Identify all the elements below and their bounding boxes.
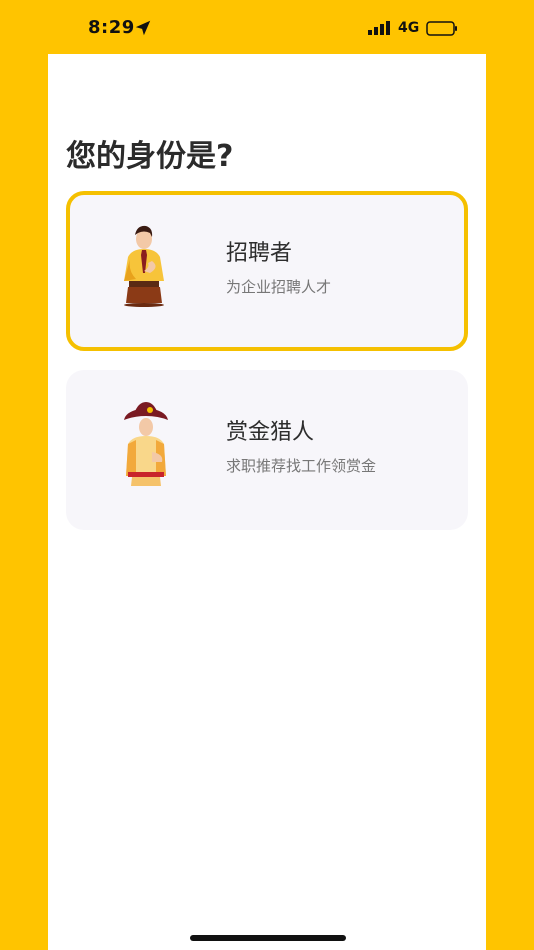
- role-subtitle: 为企业招聘人才: [226, 278, 332, 296]
- bounty-hunter-avatar-icon: [124, 402, 168, 486]
- location-arrow-icon: [135, 20, 151, 36]
- recruiter-avatar-icon: [124, 225, 164, 307]
- home-indicator[interactable]: [190, 935, 346, 941]
- battery-icon: [426, 21, 457, 36]
- role-card-recruiter[interactable]: 招聘者 为企业招聘人才: [66, 191, 468, 351]
- role-title: 招聘者: [226, 241, 293, 266]
- status-bar: 8:29 4G: [48, 0, 486, 54]
- role-card-bounty-hunter[interactable]: 赏金猎人 求职推荐找工作领赏金: [66, 370, 468, 530]
- network-type: 4G: [398, 20, 420, 36]
- role-subtitle: 求职推荐找工作领赏金: [226, 457, 377, 475]
- identity-page: 您的身份是? 招聘者 为企业招聘人才 赏金猎人 求职推荐找工作领赏金: [48, 54, 486, 950]
- page-title: 您的身份是?: [66, 139, 234, 174]
- status-time: 8:29: [88, 17, 135, 38]
- role-title: 赏金猎人: [226, 420, 315, 445]
- cellular-signal-icon: [368, 21, 390, 35]
